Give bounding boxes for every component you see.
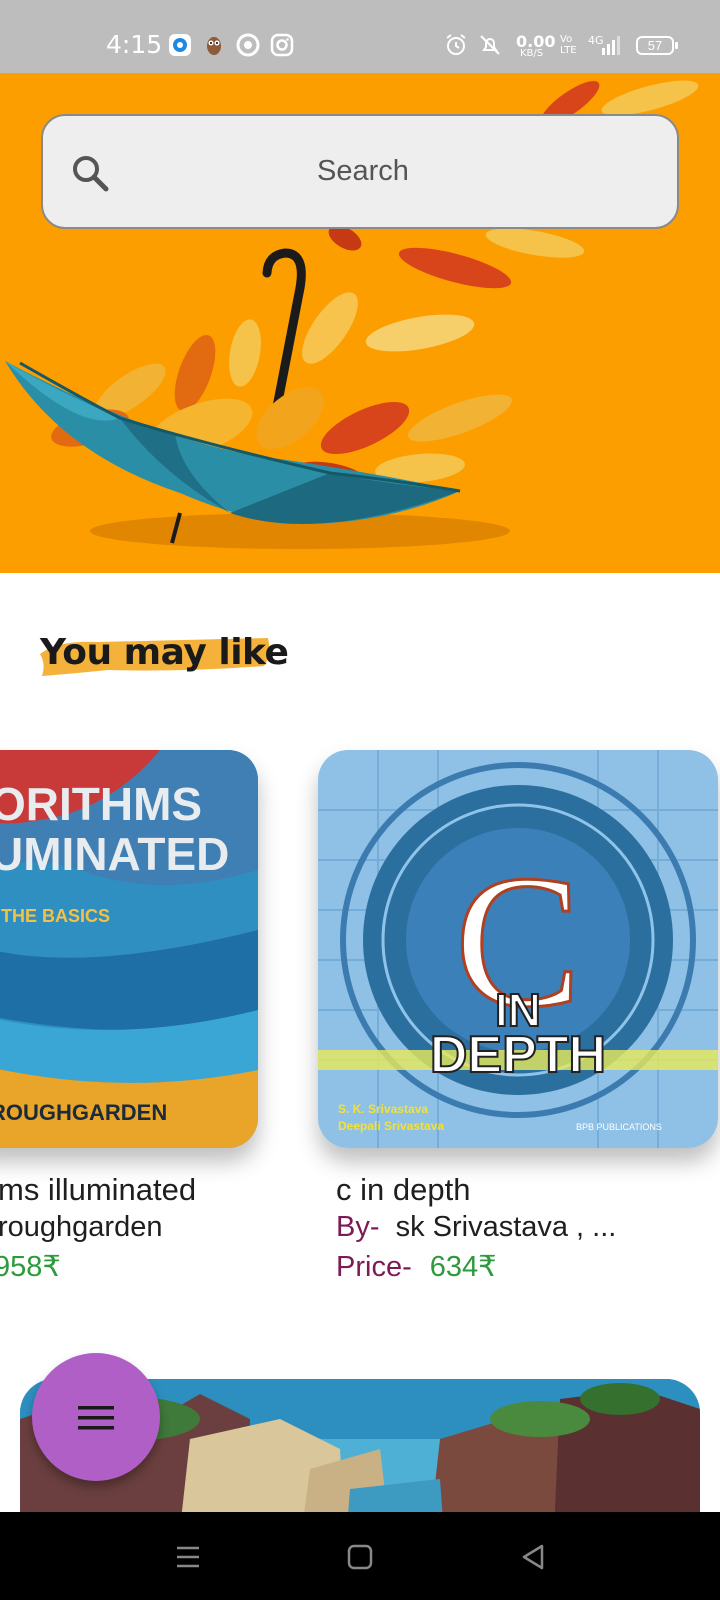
search-bar[interactable] (41, 114, 679, 229)
status-bar: 4:15 0.00 KB/S Vo LTE 4G 57 (0, 0, 720, 73)
author-value: sk Srivastava , ... (395, 1211, 617, 1243)
volte-label: Vo LTE (560, 34, 577, 56)
book-title[interactable]: c in depth (336, 1172, 470, 1208)
book-cover-c-in-depth[interactable]: C IN DEPTH S. K. Srivastava Deepali Sriv… (318, 750, 718, 1148)
instagram-icon (270, 33, 294, 57)
book-title[interactable]: ms illuminated (0, 1172, 196, 1208)
book-price: 958₹ (0, 1251, 61, 1283)
cover-publisher: BPB PUBLICATIONS (576, 1122, 662, 1132)
menu-icon (78, 1406, 114, 1430)
section-title: You may like (40, 632, 289, 673)
back-icon[interactable] (508, 1532, 558, 1582)
signal-icon (602, 36, 620, 55)
book-author: roughgarden (0, 1211, 163, 1243)
search-icon (73, 156, 109, 192)
search-input[interactable] (123, 116, 603, 227)
cover-text-depth: DEPTH (430, 1026, 606, 1084)
cover-text-3: : THE BASICS (0, 906, 110, 926)
battery-indicator: 57 (636, 36, 678, 55)
book-price: Price- 634₹ (336, 1249, 497, 1284)
home-icon[interactable] (335, 1532, 385, 1582)
author-label: By- (336, 1211, 380, 1243)
mute-icon (480, 35, 500, 55)
owl-icon (207, 37, 221, 55)
screen: 4:15 0.00 KB/S Vo LTE 4G 57 Search You m… (0, 0, 720, 1600)
recent-apps-icon[interactable] (163, 1532, 213, 1582)
cover-author-1: S. K. Srivastava (338, 1102, 428, 1116)
c-in-depth-cover-art: C IN DEPTH S. K. Srivastava Deepali Sriv… (318, 750, 718, 1148)
price-label: Price- (336, 1251, 412, 1283)
cover-text-1: ORITHMS (0, 778, 202, 830)
menu-fab-button[interactable] (32, 1353, 160, 1481)
cover-author-2: Deepali Srivastava (338, 1119, 444, 1133)
messenger-icon (169, 34, 191, 56)
status-time: 4:15 (106, 30, 163, 59)
chrome-icon (236, 33, 260, 57)
book-author: By- sk Srivastava , ... (336, 1211, 616, 1244)
cover-text-2: UMINATED (0, 828, 229, 880)
net-unit: KB/S (520, 48, 544, 59)
cover-text-4: ROUGHGARDEN (0, 1100, 167, 1125)
alarm-icon (446, 34, 466, 55)
algorithms-cover-art: ORITHMS UMINATED : THE BASICS ROUGHGARDE… (0, 750, 258, 1148)
book-cover-algorithms[interactable]: ORITHMS UMINATED : THE BASICS ROUGHGARDE… (0, 750, 258, 1148)
price-value: 634₹ (429, 1251, 497, 1283)
system-nav-bar (0, 1512, 720, 1600)
